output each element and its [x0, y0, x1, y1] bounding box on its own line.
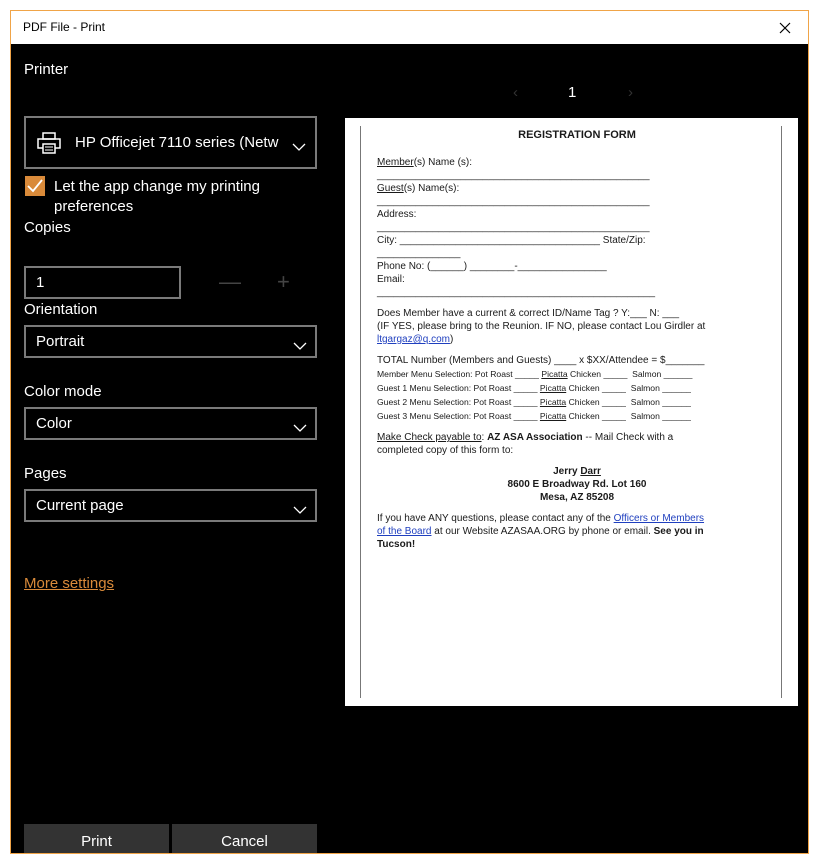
copies-decrement-button[interactable]: — — [219, 271, 241, 293]
chevron-down-icon — [293, 337, 307, 355]
print-dialog: PDF File - Print Printer HP Officejet 71… — [10, 10, 809, 854]
copies-input[interactable]: 1 — [24, 266, 181, 299]
id-contact-email: ltgargaz@q.com) — [377, 334, 454, 345]
id-instructions: (IF YES, please bring to the Reunion. IF… — [377, 321, 706, 332]
phone-field: Phone No: (______) ________-____________… — [377, 261, 607, 272]
chevron-down-icon — [293, 501, 307, 519]
menu-row: Guest 2 Menu Selection: Pot Roast _____ … — [377, 397, 691, 407]
guest-name-field: Guest(s) Name(s): — [377, 183, 460, 194]
copies-value: 1 — [36, 274, 45, 291]
copies-label: Copies — [24, 219, 71, 236]
menu-row: Member Menu Selection: Pot Roast _____ P… — [377, 369, 693, 379]
color-mode-value: Color — [36, 415, 72, 432]
member-name-field: Member(s) Name (s): — [377, 157, 473, 168]
payable-line: Make Check payable to: AZ ASA Associatio… — [377, 432, 674, 443]
pages-label: Pages — [24, 465, 67, 482]
menu-row: Guest 3 Menu Selection: Pot Roast _____ … — [377, 411, 691, 421]
chevron-down-icon — [292, 138, 306, 156]
orientation-value: Portrait — [36, 333, 85, 350]
guest-name-line: ________________________________________… — [377, 196, 650, 207]
app-prefs-checkbox[interactable] — [25, 176, 45, 196]
mail-street: 8600 E Broadway Rd. Lot 160 — [507, 479, 647, 490]
state-zip-line: _______________ — [377, 248, 461, 259]
preview-page: REGISTRATION FORM Member(s) Name (s): __… — [345, 118, 798, 706]
title-bar: PDF File - Print — [11, 11, 808, 44]
orientation-select[interactable]: Portrait — [24, 325, 317, 358]
printer-select[interactable]: HP Officejet 7110 series (Netw — [24, 116, 317, 169]
close-icon — [779, 22, 791, 33]
window-title: PDF File - Print — [23, 20, 106, 34]
mail-city: Mesa, AZ 85208 — [539, 492, 615, 503]
pages-select[interactable]: Current page — [24, 489, 317, 522]
address-field: Address: — [377, 209, 417, 220]
menu-row: Guest 1 Menu Selection: Pot Roast _____ … — [377, 383, 691, 393]
pages-value: Current page — [36, 497, 124, 514]
page-frame: REGISTRATION FORM Member(s) Name (s): __… — [360, 126, 782, 698]
chevron-down-icon — [293, 419, 307, 437]
cancel-button[interactable]: Cancel — [172, 824, 317, 853]
questions-line-1: If you have ANY questions, please contac… — [377, 513, 705, 524]
questions-line-3: Tucson! — [377, 539, 416, 550]
form-title: REGISTRATION FORM — [518, 129, 636, 141]
city-field: City: __________________________________… — [377, 235, 646, 246]
color-mode-label: Color mode — [24, 383, 102, 400]
more-settings-link[interactable]: More settings — [24, 575, 114, 592]
address-line: ________________________________________… — [377, 222, 650, 233]
app-prefs-label: Let the app change my printing preferenc… — [54, 178, 260, 215]
next-page-button[interactable]: › — [628, 84, 633, 101]
print-button[interactable]: Print — [24, 824, 169, 853]
email-line: ________________________________________… — [377, 287, 656, 298]
printer-icon — [37, 132, 61, 159]
member-name-line: ________________________________________… — [377, 170, 650, 181]
color-mode-select[interactable]: Color — [24, 407, 317, 440]
checkmark-icon — [27, 179, 43, 193]
mail-name: Jerry Darr — [553, 466, 601, 477]
close-button[interactable] — [762, 11, 808, 44]
copies-increment-button[interactable]: + — [277, 271, 290, 293]
page-number: 1 — [568, 84, 577, 101]
settings-panel: Printer HP Officejet 7110 series (Netw L… — [11, 44, 328, 853]
previous-page-button[interactable]: ‹ — [513, 84, 518, 101]
print-preview: ‹ 1 › REGISTRATION FORM Member(s) Name (… — [328, 44, 808, 853]
questions-line-2: of the Board at our Website AZASAA.ORG b… — [377, 526, 704, 537]
registration-form: REGISTRATION FORM Member(s) Name (s): __… — [377, 129, 777, 551]
printer-label: Printer — [24, 61, 69, 78]
total-field: TOTAL Number (Members and Guests) ____ x… — [377, 355, 705, 366]
payable-line-2: completed copy of this form to: — [377, 445, 514, 456]
id-question: Does Member have a current & correct ID/… — [377, 308, 680, 319]
printer-value: HP Officejet 7110 series (Netw — [75, 134, 279, 151]
orientation-label: Orientation — [24, 301, 98, 318]
email-field: Email: — [377, 274, 405, 285]
